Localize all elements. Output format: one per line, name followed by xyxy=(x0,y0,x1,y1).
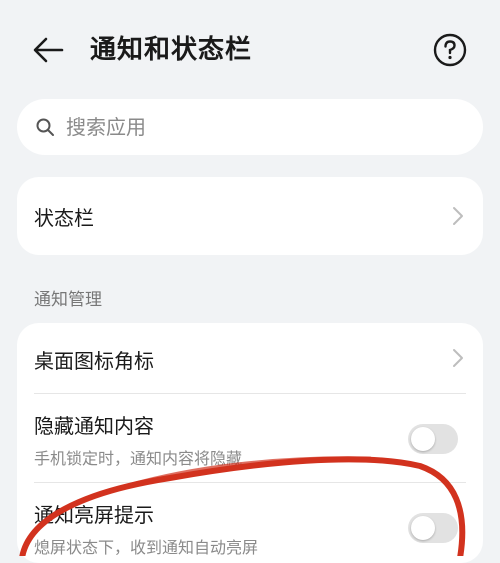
toggle-knob xyxy=(411,516,435,540)
badge-row[interactable]: 桌面图标角标 xyxy=(17,323,483,393)
hide-content-toggle[interactable] xyxy=(408,424,458,454)
wake-screen-label: 通知亮屏提示 xyxy=(34,503,154,527)
status-bar-label: 状态栏 xyxy=(34,206,94,230)
status-bar-card[interactable]: 状态栏 xyxy=(17,177,483,255)
search-placeholder: 搜索应用 xyxy=(66,115,146,139)
hide-content-description: 手机锁定时，通知内容将隐藏 xyxy=(34,449,243,468)
hide-content-label: 隐藏通知内容 xyxy=(34,414,154,438)
notification-management-card: 桌面图标角标 隐藏通知内容 手机锁定时，通知内容将隐藏 通知亮屏提示 熄屏状态下… xyxy=(17,323,483,563)
app-header: 通知和状态栏 xyxy=(0,0,500,100)
toggle-knob xyxy=(411,427,435,451)
hide-content-row: 隐藏通知内容 手机锁定时，通知内容将隐藏 xyxy=(17,394,483,482)
search-icon xyxy=(36,118,54,136)
page-title: 通知和状态栏 xyxy=(90,35,253,65)
badge-label: 桌面图标角标 xyxy=(34,349,154,373)
help-icon[interactable] xyxy=(432,32,468,68)
search-bar[interactable]: 搜索应用 xyxy=(17,99,483,155)
wake-screen-description: 熄屏状态下，收到通知自动亮屏 xyxy=(34,538,259,557)
back-arrow-icon[interactable] xyxy=(30,32,66,68)
chevron-right-icon xyxy=(453,349,463,367)
wake-screen-toggle[interactable] xyxy=(408,513,458,543)
wake-screen-row: 通知亮屏提示 熄屏状态下，收到通知自动亮屏 xyxy=(17,483,483,563)
status-bar-row[interactable]: 状态栏 xyxy=(17,177,483,255)
chevron-right-icon xyxy=(453,207,463,225)
section-title: 通知管理 xyxy=(34,290,102,310)
